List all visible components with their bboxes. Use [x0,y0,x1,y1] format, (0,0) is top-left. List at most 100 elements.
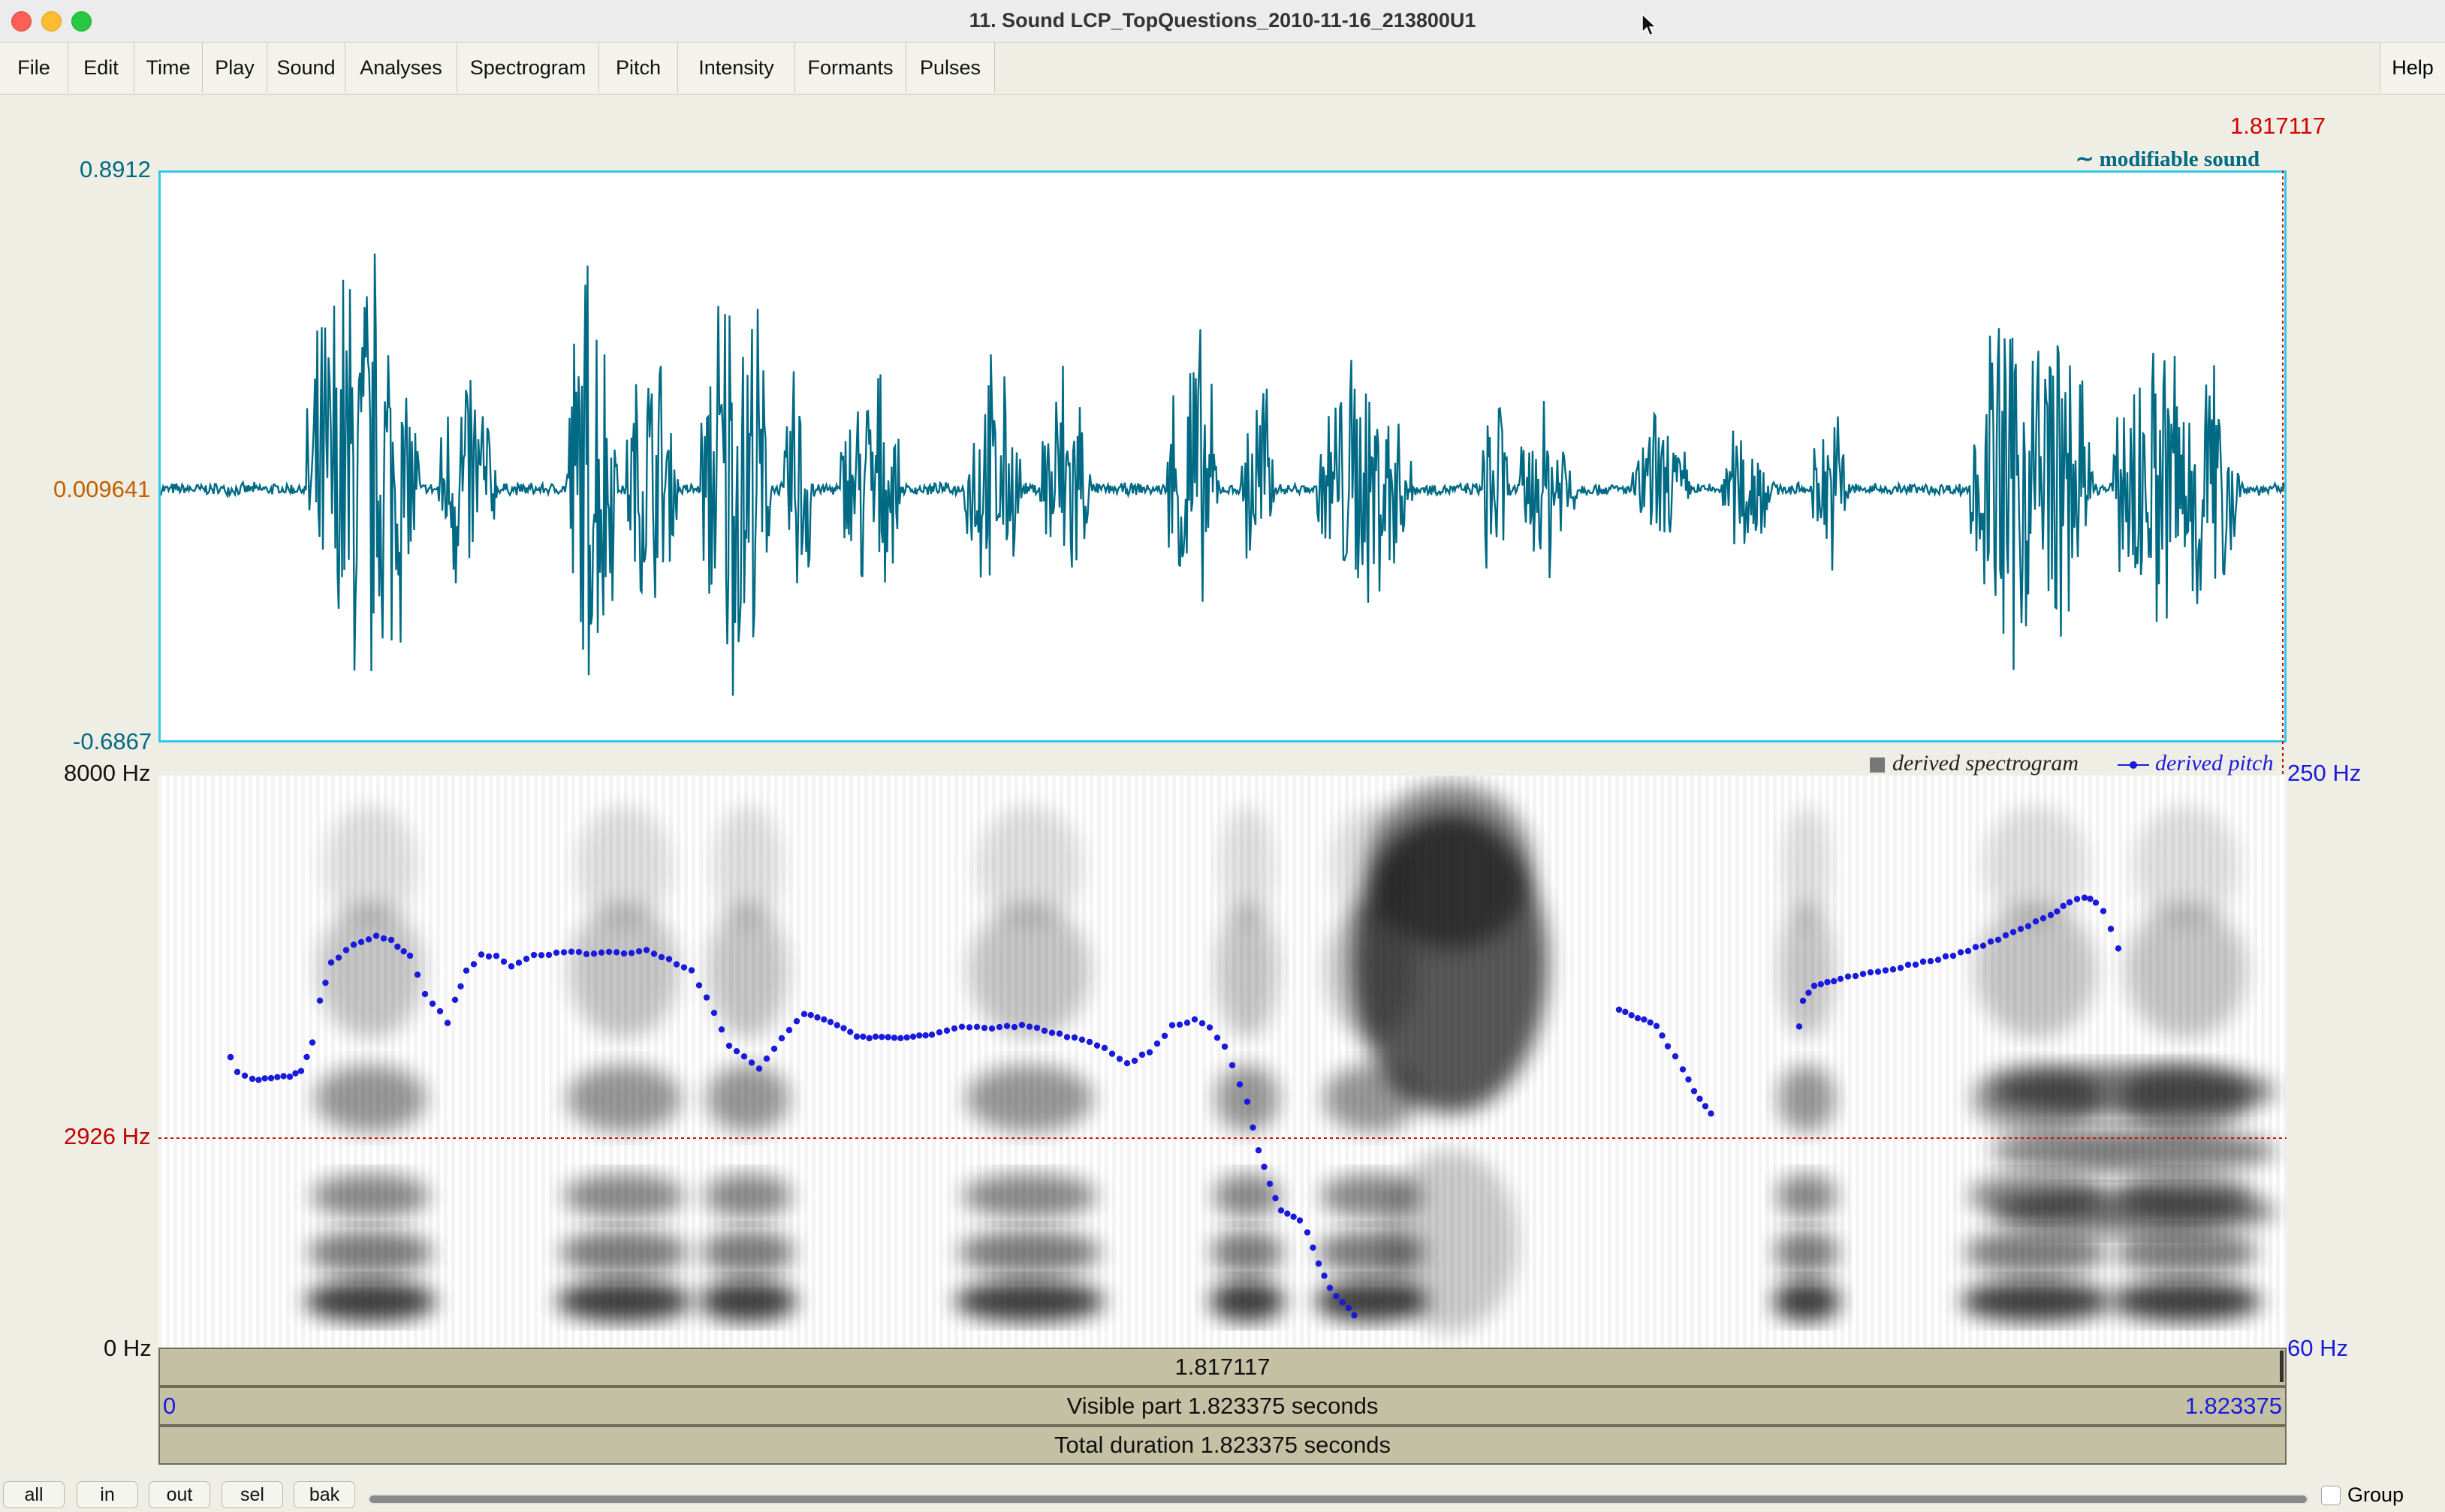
pitch-point [1889,966,1897,973]
pitch-point [457,983,464,990]
pitch-point [1266,1180,1274,1188]
pitch-point [1824,978,1831,986]
pitch-point [2040,915,2047,922]
pitch-point [1795,1023,1803,1030]
pitch-point [2047,911,2055,919]
pitch-point [1844,973,1852,980]
pitch-point [821,1016,828,1023]
pitch-point [463,967,470,974]
pitch-point [421,990,429,998]
zoom-out-button[interactable]: out [149,1481,210,1508]
pitch-point [866,1035,873,1042]
pitch-point [1805,989,1812,996]
pitch-point [316,997,324,1004]
menu-file[interactable]: File [0,43,68,92]
pitch-point [840,1025,847,1032]
pitch-point [444,1020,451,1026]
menu-edit[interactable]: Edit [68,43,134,92]
pitch-point [1622,1008,1629,1016]
spectrogram-cursor-freq: 2926 Hz [64,1123,151,1149]
pitch-point [740,1053,748,1060]
menu-intensity[interactable]: Intensity [678,43,795,92]
menu-formants[interactable]: Formants [795,43,906,92]
pitch-point [470,961,478,968]
pitch-point [1213,1035,1221,1041]
pitch-point [1817,980,1824,988]
pitch-point [598,949,605,956]
pitch-point [249,1075,256,1083]
pitch-point [1261,1163,1268,1170]
pitch-point [1011,1023,1018,1031]
waveform-plot[interactable] [159,173,2285,740]
pitch-point [1153,1040,1161,1047]
pitch-point [1063,1034,1071,1041]
menu-play[interactable]: Play [203,43,267,92]
waveform-min-label: -0.6867 [73,728,152,754]
pitch-point [406,952,414,959]
pitch-point [778,1035,785,1042]
zoom-selection-button[interactable]: sel [222,1481,283,1508]
pitch-point [322,979,329,986]
pitch-point [2081,894,2088,901]
spectrogram-plot[interactable] [158,776,2287,1348]
pitch-point [493,953,500,959]
pitch-point [2087,896,2094,902]
pitch-point [400,947,407,955]
pitch-point [583,950,590,958]
pitch-point [560,949,568,956]
pitch-point [973,1023,981,1031]
menu-time[interactable]: Time [134,43,203,92]
cursor-time-bar[interactable]: 1.817117 [158,1348,2287,1387]
group-checkbox[interactable] [2321,1486,2341,1505]
pitch-point [800,1011,808,1017]
pitch-point [1810,982,1818,989]
legend-pitch-label: derived pitch [2155,751,2274,776]
total-duration-bar[interactable]: Total duration 1.823375 seconds [158,1426,2287,1465]
pitch-point [1026,1023,1033,1030]
time-scrollbar-thumb[interactable] [369,1495,2307,1503]
pitch-point [267,1074,275,1082]
pitch-point [943,1027,951,1034]
waveform-panel[interactable] [158,170,2287,742]
pitch-point [387,936,395,944]
pitch-point [1183,1020,1191,1026]
pitch-point [1101,1044,1108,1052]
window-title: 11. Sound LCP_TopQuestions_2010-11-16_21… [969,9,1476,32]
pitch-point [227,1053,234,1061]
pitch-point [1176,1021,1183,1029]
menu-sound[interactable]: Sound [267,43,345,92]
pitch-point [1979,942,1987,949]
pitch-point [1071,1034,1078,1041]
visible-part-bar[interactable]: 0 Visible part 1.823375 seconds 1.823375 [158,1387,2287,1426]
pitch-point [1634,1015,1642,1022]
zoom-in-button[interactable]: in [77,1481,138,1508]
pitch-point [1685,1076,1692,1083]
pitch-point [1033,1024,1041,1032]
pitch-point [814,1014,821,1021]
pitch-point [342,947,350,953]
pitch-point [1702,1103,1709,1110]
pitch-point [725,1042,733,1050]
menu-pulses[interactable]: Pulses [906,43,995,92]
pitch-point [429,1000,436,1007]
zoom-back-button[interactable]: bak [294,1481,355,1508]
pitch-point [1221,1043,1229,1050]
pitch-point [590,950,598,957]
pitch-point [1078,1036,1086,1044]
menu-pitch[interactable]: Pitch [599,43,678,92]
pitch-point [748,1059,755,1066]
spectrogram-panel[interactable] [158,776,2287,1348]
pitch-point [1131,1057,1138,1065]
pitch-point [1146,1049,1153,1056]
pitch-point [500,958,508,965]
modifiable-sound-badge: ∼ modifiable sound [2076,146,2260,172]
pitch-point [241,1072,249,1079]
modifiable-sound-label: modifiable sound [2099,147,2260,171]
zoom-all-button[interactable]: all [3,1481,65,1508]
menu-analyses[interactable]: Analyses [345,43,457,92]
pitch-point [909,1033,917,1041]
menu-help[interactable]: Help [2380,43,2445,92]
pitch-point [793,1018,800,1025]
pitch-point [1351,1312,1358,1319]
menu-spectrogram[interactable]: Spectrogram [457,43,599,92]
